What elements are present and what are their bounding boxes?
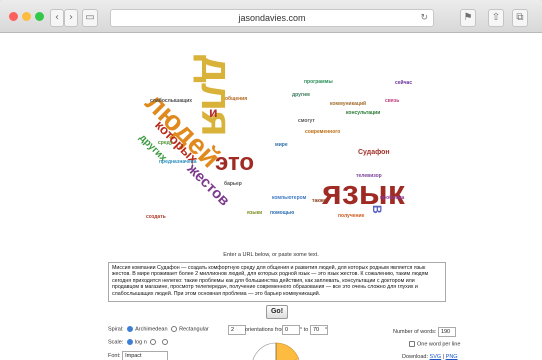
cloud-word: языки	[247, 210, 263, 216]
cloud-word: консультации	[346, 110, 381, 116]
reload-icon[interactable]: ↻	[420, 10, 428, 26]
orientation-dial[interactable]	[246, 339, 306, 360]
cloud-word: и	[209, 104, 218, 120]
cloud-word: программы	[304, 79, 333, 85]
cloud-word: смогут	[298, 118, 315, 124]
spiral-label: Spiral:	[108, 326, 124, 333]
cloud-word: барьер	[224, 181, 242, 187]
cloud-word: телевизор	[356, 173, 382, 179]
one-word-checkbox[interactable]	[409, 341, 415, 347]
cloud-word: коммуникаций	[330, 101, 367, 107]
maximize-window-button[interactable]	[35, 12, 44, 21]
cloud-word: общения	[225, 96, 248, 102]
cloud-word: сейчас	[395, 80, 413, 86]
cloud-word: мире	[275, 142, 288, 148]
page-content: для людей язык это жестов которых и Вдругих Суда…	[0, 33, 542, 360]
browser-window: ‹ › ▭ jasondavies.com ↻ ⚑ ⇧ ⧉ для людей яз…	[0, 0, 542, 360]
scale-linear-radio[interactable]	[161, 339, 168, 345]
text-input[interactable]: Миссия компании Судафон — создать комфор…	[108, 262, 446, 302]
cloud-word: современного	[305, 129, 341, 135]
sidebar-icon[interactable]: ▭	[82, 9, 98, 27]
cloud-word: помощью	[270, 210, 295, 216]
tabs-icon[interactable]: ⧉	[512, 9, 528, 27]
scale-sqrt-radio[interactable]	[150, 339, 157, 345]
scale-log-radio[interactable]	[126, 339, 133, 345]
cloud-word: среду	[158, 140, 173, 146]
cloud-word: Судафон	[358, 149, 390, 156]
words-option: Number of words: 190	[393, 327, 456, 337]
orientations-label: orientations from	[245, 327, 286, 333]
browser-toolbar: ‹ › ▭ jasondavies.com ↻ ⚑ ⇧ ⧉	[0, 0, 542, 33]
word-cloud: для людей язык это жестов которых и Вдругих Суда…	[100, 33, 450, 248]
download-separator: |	[442, 354, 445, 360]
scale-option: Scale: log n	[108, 339, 170, 345]
input-prompt: Enter a URL below, or paste some text.	[223, 252, 319, 258]
dial-range-sector	[275, 342, 299, 360]
cloud-word: связь	[385, 98, 400, 104]
cloud-word: предназначена	[159, 159, 197, 165]
spiral-option: Spiral: Archimedean Rectangular	[108, 326, 209, 332]
words-input[interactable]: 190	[437, 327, 456, 337]
cloud-word: также	[312, 198, 326, 204]
url-text: jasondavies.com	[238, 13, 306, 23]
scale-value: log n	[134, 339, 147, 346]
cloud-word: слабослышащих	[150, 98, 193, 104]
download-label: Download:	[402, 354, 428, 360]
cloud-word: получение	[338, 213, 365, 219]
png-download-link[interactable]: PNG	[446, 354, 458, 360]
orientations-count-input[interactable]: 2	[228, 325, 246, 335]
cloud-word: язык	[322, 174, 405, 212]
cloud-word: В	[370, 205, 384, 214]
font-input[interactable]: Impact	[122, 351, 169, 360]
back-icon[interactable]: ‹	[50, 9, 64, 27]
share-icon[interactable]: ⇧	[488, 9, 504, 27]
go-button[interactable]: Go!	[266, 305, 288, 319]
font-option: Font: Impact	[108, 351, 169, 360]
font-label: Font:	[108, 353, 121, 359]
words-label: Number of words:	[393, 329, 437, 335]
download-option: Download: SVG | PNG	[402, 354, 458, 360]
scale-label: Scale:	[108, 339, 124, 346]
rectangular-radio[interactable]	[171, 326, 178, 332]
archimedean-label: Archimedean	[135, 326, 168, 333]
from-angle-input[interactable]: 0	[282, 325, 300, 335]
rectangular-label: Rectangular	[179, 326, 209, 333]
one-word-label: One word per line	[417, 341, 461, 348]
forward-icon[interactable]: ›	[64, 9, 78, 27]
close-window-button[interactable]	[9, 12, 18, 21]
to-label: ° to	[300, 327, 309, 333]
bookmark-icon[interactable]: ⚑	[460, 9, 476, 27]
cloud-word: компьютером	[272, 195, 307, 201]
cloud-word: создать	[146, 214, 166, 220]
minimize-window-button[interactable]	[22, 12, 31, 21]
archimedean-radio[interactable]	[127, 326, 134, 332]
address-bar[interactable]: jasondavies.com ↻	[110, 9, 434, 27]
cloud-word: проблема	[380, 195, 405, 201]
cloud-word: другим	[292, 92, 310, 98]
degree-suffix: °	[325, 327, 328, 333]
svg-download-link[interactable]: SVG	[430, 354, 442, 360]
one-word-option: One word per line	[407, 341, 460, 347]
cloud-word: это	[215, 149, 255, 176]
